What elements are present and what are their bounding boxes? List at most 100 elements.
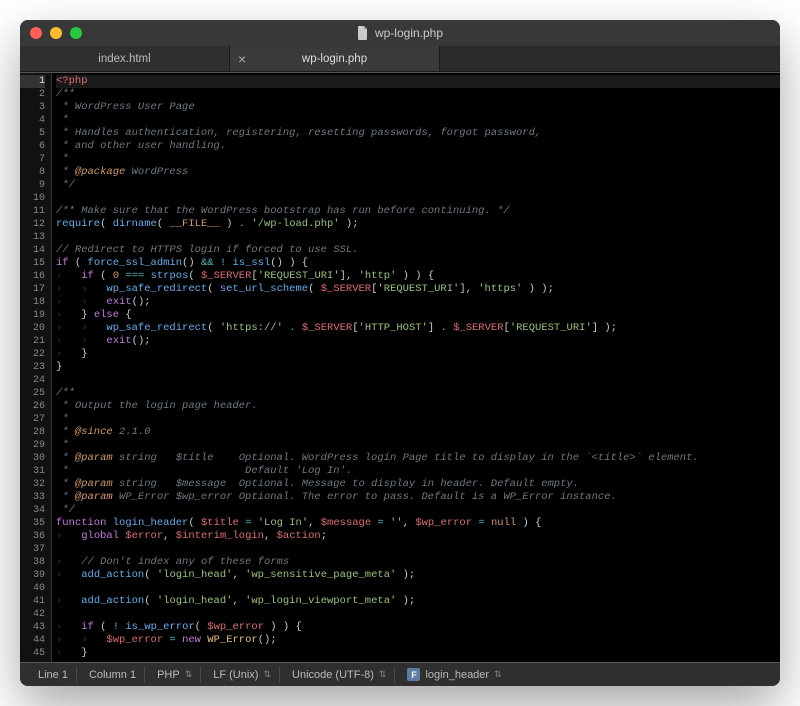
code-line[interactable]: * WordPress User Page [56, 101, 780, 114]
status-line-endings[interactable]: LF (Unix)⇅ [205, 667, 280, 683]
line-number[interactable]: 38 [20, 556, 45, 569]
line-number[interactable]: 11 [20, 205, 45, 218]
line-number[interactable]: 7 [20, 153, 45, 166]
minimize-icon[interactable] [50, 27, 62, 39]
editor-area[interactable]: 1234567891011121314151617181920212223242… [20, 72, 780, 662]
code-line[interactable]: › › wp_safe_redirect( 'https://' . $_SER… [56, 322, 780, 335]
line-number[interactable]: 26 [20, 400, 45, 413]
line-number[interactable]: 9 [20, 179, 45, 192]
titlebar[interactable]: wp-login.php [20, 20, 780, 46]
code-line[interactable] [56, 543, 780, 556]
code-line[interactable]: // Redirect to HTTPS login if forced to … [56, 244, 780, 257]
line-number[interactable]: 14 [20, 244, 45, 257]
code-line[interactable]: * [56, 153, 780, 166]
line-number[interactable]: 1 [20, 75, 45, 88]
line-number[interactable]: 32 [20, 478, 45, 491]
line-number[interactable]: 19 [20, 309, 45, 322]
line-number[interactable]: 22 [20, 348, 45, 361]
code-line[interactable] [56, 582, 780, 595]
code-line[interactable]: if ( force_ssl_admin() && ! is_ssl() ) { [56, 257, 780, 270]
line-number[interactable]: 13 [20, 231, 45, 244]
code-line[interactable] [56, 231, 780, 244]
code-line[interactable]: function login_header( $title = 'Log In'… [56, 517, 780, 530]
code-line[interactable]: › if ( ! is_wp_error( $wp_error ) ) { [56, 621, 780, 634]
line-number[interactable]: 3 [20, 101, 45, 114]
tab-index-html[interactable]: index.html [20, 46, 230, 71]
code-line[interactable]: * @package WordPress [56, 166, 780, 179]
line-number[interactable]: 24 [20, 374, 45, 387]
line-number[interactable]: 42 [20, 608, 45, 621]
line-number[interactable]: 37 [20, 543, 45, 556]
zoom-icon[interactable] [70, 27, 82, 39]
line-number[interactable]: 44 [20, 634, 45, 647]
code-line[interactable]: › // Don't index any of these forms [56, 556, 780, 569]
close-icon[interactable] [30, 27, 42, 39]
status-line[interactable]: Line 1 [30, 667, 77, 683]
line-number[interactable]: 41 [20, 595, 45, 608]
code-line[interactable] [56, 192, 780, 205]
code-line[interactable]: */ [56, 179, 780, 192]
code-line[interactable] [56, 608, 780, 621]
line-number[interactable]: 43 [20, 621, 45, 634]
line-number[interactable]: 40 [20, 582, 45, 595]
line-number[interactable]: 20 [20, 322, 45, 335]
line-number[interactable]: 28 [20, 426, 45, 439]
line-number[interactable]: 31 [20, 465, 45, 478]
line-number[interactable]: 45 [20, 647, 45, 660]
code-line[interactable]: * Default 'Log In'. [56, 465, 780, 478]
line-number[interactable]: 4 [20, 114, 45, 127]
line-number[interactable]: 10 [20, 192, 45, 205]
tab-wp-login-php[interactable]: × wp-login.php [230, 46, 440, 71]
line-number[interactable]: 21 [20, 335, 45, 348]
line-number[interactable]: 25 [20, 387, 45, 400]
line-number[interactable]: 6 [20, 140, 45, 153]
code-line[interactable]: * @param string $title Optional. WordPre… [56, 452, 780, 465]
line-number[interactable]: 5 [20, 127, 45, 140]
code-line[interactable]: * [56, 413, 780, 426]
line-number[interactable]: 16 [20, 270, 45, 283]
code-line[interactable]: * Output the login page header. [56, 400, 780, 413]
code-line[interactable]: › › $wp_error = new WP_Error(); [56, 634, 780, 647]
status-column[interactable]: Column 1 [81, 667, 145, 683]
code-line[interactable]: › if ( 0 === strpos( $_SERVER['REQUEST_U… [56, 270, 780, 283]
code-line[interactable]: } [56, 361, 780, 374]
code-line[interactable]: › global $error, $interim_login, $action… [56, 530, 780, 543]
code-line[interactable]: › } [56, 348, 780, 361]
line-number[interactable]: 39 [20, 569, 45, 582]
status-encoding[interactable]: Unicode (UTF-8)⇅ [284, 667, 395, 683]
line-number[interactable]: 36 [20, 530, 45, 543]
line-number[interactable]: 17 [20, 283, 45, 296]
code-line[interactable]: * @param WP_Error $wp_error Optional. Th… [56, 491, 780, 504]
status-symbol[interactable]: F login_header ⇅ [399, 667, 509, 683]
code-line[interactable] [56, 374, 780, 387]
code-line[interactable]: <?php [56, 75, 780, 88]
code-line[interactable]: * @param string $message Optional. Messa… [56, 478, 780, 491]
line-number[interactable]: 30 [20, 452, 45, 465]
code-line[interactable]: * Handles authentication, registering, r… [56, 127, 780, 140]
line-number[interactable]: 33 [20, 491, 45, 504]
code-line[interactable]: › add_action( 'login_head', 'wp_login_vi… [56, 595, 780, 608]
code-line[interactable]: › } else { [56, 309, 780, 322]
code-line[interactable]: › › exit(); [56, 335, 780, 348]
line-number[interactable]: 8 [20, 166, 45, 179]
line-number[interactable]: 2 [20, 88, 45, 101]
code-line[interactable]: /** Make sure that the WordPress bootstr… [56, 205, 780, 218]
code-line[interactable]: /** [56, 88, 780, 101]
code-line[interactable]: */ [56, 504, 780, 517]
close-tab-icon[interactable]: × [238, 52, 246, 66]
code-line[interactable]: › } [56, 647, 780, 660]
code-line[interactable]: require( dirname( __FILE__ ) . '/wp-load… [56, 218, 780, 231]
status-language[interactable]: PHP⇅ [149, 667, 201, 683]
line-number[interactable]: 15 [20, 257, 45, 270]
line-number[interactable]: 18 [20, 296, 45, 309]
code-line[interactable]: /** [56, 387, 780, 400]
code-line[interactable]: › add_action( 'login_head', 'wp_sensitiv… [56, 569, 780, 582]
line-number-gutter[interactable]: 1234567891011121314151617181920212223242… [20, 73, 52, 662]
code-line[interactable]: * [56, 114, 780, 127]
line-number[interactable]: 35 [20, 517, 45, 530]
line-number[interactable]: 23 [20, 361, 45, 374]
code-line[interactable]: › › wp_safe_redirect( set_url_scheme( $_… [56, 283, 780, 296]
code-line[interactable]: * and other user handling. [56, 140, 780, 153]
line-number[interactable]: 12 [20, 218, 45, 231]
line-number[interactable]: 34 [20, 504, 45, 517]
